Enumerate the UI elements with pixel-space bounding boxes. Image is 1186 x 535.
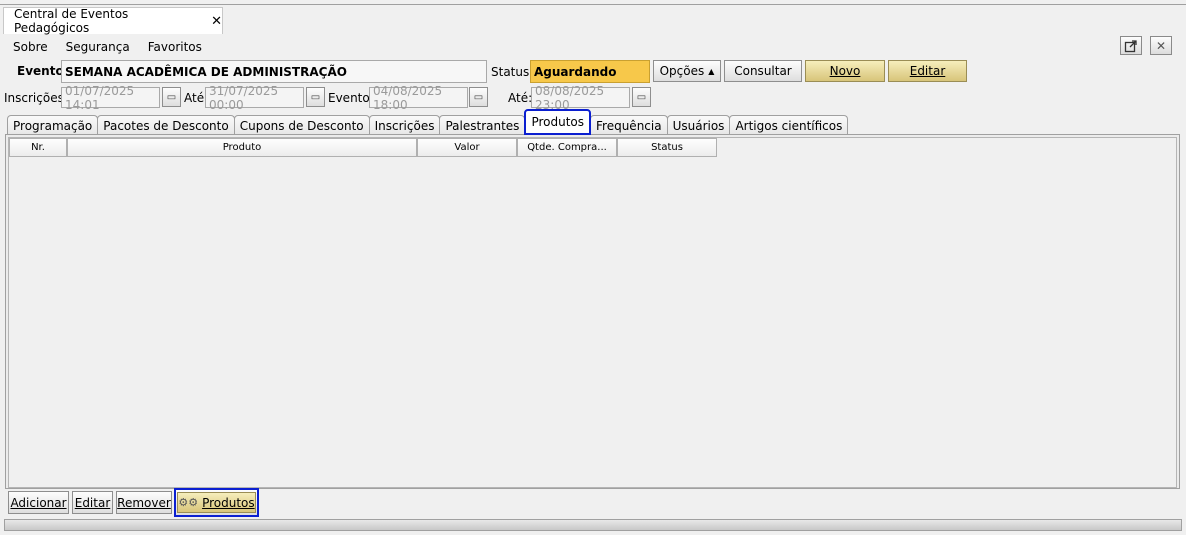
menu-seguranca[interactable]: Segurança	[66, 40, 130, 54]
tab-palestrantes[interactable]: Palestrantes	[439, 115, 526, 135]
products-button-label: Produtos	[202, 495, 255, 510]
registration-start-field[interactable]: 01/07/2025 14:01	[61, 84, 160, 112]
edit-button[interactable]: Editar	[888, 60, 967, 82]
document-tab[interactable]: Central de Eventos Pedagógicos ✕	[3, 7, 223, 35]
options-button[interactable]: Opções ▲	[653, 60, 721, 82]
event-until-label: Até:	[508, 91, 533, 105]
status-value: Aguardando	[530, 60, 650, 83]
menu-bar: Sobre Segurança Favoritos	[3, 34, 1183, 60]
calendar-icon[interactable]: ▭	[469, 87, 488, 107]
close-icon[interactable]: ✕	[211, 14, 222, 29]
column-header-valor[interactable]: Valor	[417, 138, 517, 157]
event-name-field[interactable]: SEMANA ACADÊMICA DE ADMINISTRAÇÃO	[61, 60, 487, 83]
products-table[interactable]	[8, 137, 1177, 488]
column-header-status[interactable]: Status	[617, 138, 717, 157]
menu-favoritos[interactable]: Favoritos	[148, 40, 202, 54]
close-icon: ✕	[1155, 38, 1167, 53]
top-border	[0, 0, 1186, 5]
gears-icon: ⚙⚙	[178, 496, 199, 509]
menu-sobre[interactable]: Sobre	[13, 40, 48, 54]
close-window-button[interactable]: ✕	[1150, 36, 1172, 55]
column-header-qtde[interactable]: Qtde. Compra...	[517, 138, 617, 157]
tab-inscricoes[interactable]: Inscrições	[368, 115, 441, 135]
calendar-icon[interactable]: ▭	[162, 87, 181, 107]
consult-button[interactable]: Consultar	[724, 60, 802, 82]
new-button[interactable]: Novo	[805, 60, 885, 82]
event-end-field[interactable]: 08/08/2025 23:00	[531, 84, 630, 112]
tab-artigos[interactable]: Artigos científicos	[729, 115, 849, 135]
status-label: Status:	[491, 65, 534, 79]
registration-label: Inscrições:	[4, 91, 68, 105]
horizontal-scrollbar[interactable]	[4, 519, 1182, 531]
detach-window-button[interactable]	[1120, 36, 1142, 55]
event-start-field[interactable]: 04/08/2025 18:00	[369, 84, 468, 112]
options-label: Opções	[659, 64, 705, 78]
calendar-icon[interactable]: ▭	[632, 87, 651, 107]
tab-strip: Programação Pacotes de Desconto Cupons d…	[7, 109, 849, 135]
registration-end-field[interactable]: 31/07/2025 00:00	[205, 84, 304, 112]
tab-produtos[interactable]: Produtos	[524, 109, 591, 135]
edit-item-button[interactable]: Editar	[72, 491, 113, 514]
tab-cupons-desconto[interactable]: Cupons de Desconto	[233, 115, 370, 135]
products-button-face: ⚙⚙ Produtos	[177, 492, 256, 513]
tab-frequencia[interactable]: Frequência	[590, 115, 668, 135]
caret-up-icon: ▲	[708, 66, 715, 76]
column-header-nr[interactable]: Nr.	[9, 138, 67, 157]
column-header-produto[interactable]: Produto	[67, 138, 417, 157]
tab-programacao[interactable]: Programação	[7, 115, 99, 135]
tab-pacotes-desconto[interactable]: Pacotes de Desconto	[97, 115, 235, 135]
external-window-icon	[1124, 39, 1137, 52]
event-date-label: Evento:	[328, 91, 374, 105]
add-button[interactable]: Adicionar	[8, 491, 69, 514]
remove-button[interactable]: Remover	[116, 491, 172, 514]
document-tab-title: Central de Eventos Pedagógicos	[14, 7, 129, 35]
calendar-icon[interactable]: ▭	[306, 87, 325, 107]
products-button[interactable]: ⚙⚙ Produtos	[174, 488, 259, 517]
tab-usuarios[interactable]: Usuários	[666, 115, 731, 135]
